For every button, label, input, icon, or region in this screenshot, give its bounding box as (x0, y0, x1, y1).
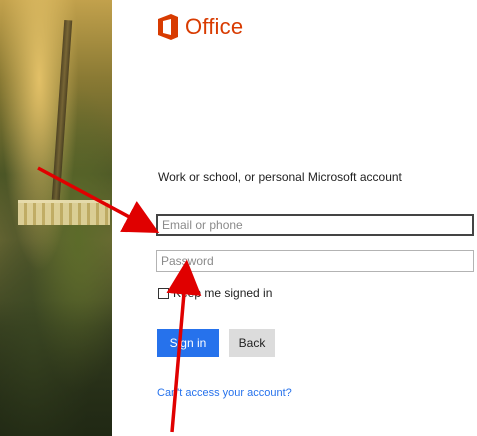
photo-shadow (0, 300, 112, 436)
office-logo-text: Office (185, 14, 244, 39)
office-logo-icon (158, 14, 178, 40)
background-photo (0, 0, 112, 436)
login-heading: Work or school, or personal Microsoft ac… (158, 170, 402, 184)
sign-in-button[interactable]: Sign in (157, 329, 219, 357)
keep-signed-in-label: Keep me signed in (173, 286, 273, 300)
back-button[interactable]: Back (229, 329, 275, 357)
password-input[interactable] (156, 250, 474, 272)
building-balcony (18, 200, 110, 225)
palm-trunk (51, 19, 73, 201)
email-input[interactable] (156, 214, 474, 236)
office-logo: Office (158, 14, 243, 40)
checkbox-icon[interactable] (158, 287, 169, 299)
keep-signed-in-toggle[interactable]: Keep me signed in (158, 286, 272, 300)
cant-access-account-link[interactable]: Can't access your account? (157, 387, 292, 399)
